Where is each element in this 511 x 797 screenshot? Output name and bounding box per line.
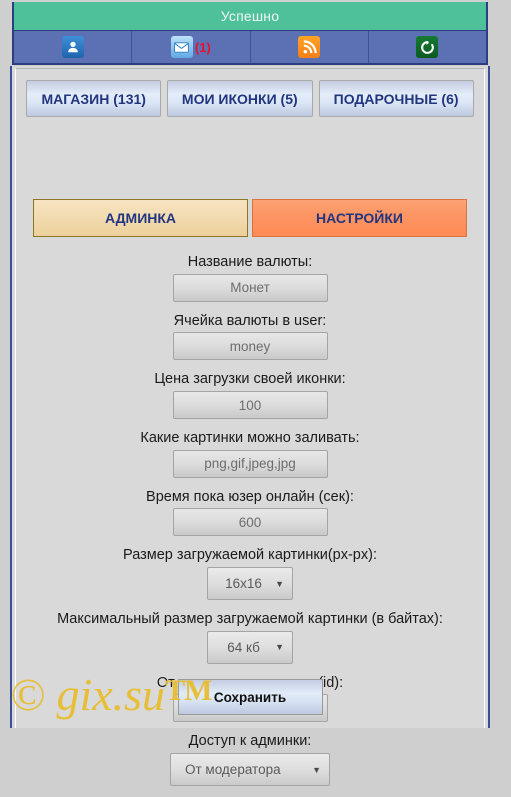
chevron-down-icon: ▼ [275, 578, 284, 589]
field-currency-cell: Ячейка валюты в user: [16, 313, 484, 372]
field-image-size: Размер загружаемой картинки(px-px): 16x1… [16, 547, 484, 611]
chevron-down-icon: ▼ [312, 764, 321, 775]
field-label: Название валюты: [187, 254, 313, 270]
tab-shop[interactable]: МАГАЗИН (131) [26, 80, 161, 117]
nav-tabs: МАГАЗИН (131) МОИ ИКОНКИ (5) ПОДАРОЧНЫЕ … [16, 80, 484, 117]
tab-my-icons[interactable]: МОИ ИКОНКИ (5) [166, 80, 313, 117]
page-root: Успешно (1) МАГАЗИН (131) МОИ ИКОНКИ (5)… [0, 0, 511, 787]
field-admin-access: Доступ к админки: От модератора ▼ [16, 733, 484, 797]
currency-cell-input[interactable] [172, 332, 328, 361]
upload-price-input[interactable] [172, 391, 328, 420]
select-value: 16x16 [225, 576, 262, 592]
toolbar-refresh-button[interactable] [369, 31, 486, 63]
status-bar: Успешно [12, 2, 488, 30]
image-size-select[interactable]: 16x16 ▼ [207, 567, 293, 601]
currency-name-input[interactable] [172, 273, 328, 302]
chevron-down-icon: ▼ [275, 642, 284, 653]
field-label: Какие картинки можно заливать: [140, 430, 360, 447]
select-value: 64 кб [227, 639, 260, 655]
tab-settings[interactable]: НАСТРОЙКИ [252, 199, 467, 237]
tab-gift-icons[interactable]: ПОДАРОЧНЫЕ (6) [318, 80, 474, 117]
rss-icon [298, 36, 321, 58]
toolbar-feed-button[interactable] [251, 31, 369, 63]
status-message: Успешно [220, 8, 280, 24]
content-inner: МАГАЗИН (131) МОИ ИКОНКИ (5) ПОДАРОЧНЫЕ … [15, 68, 485, 787]
save-row: Сохранить [16, 679, 484, 715]
toolbar-mail-button[interactable]: (1) [132, 31, 251, 63]
mail-icon [170, 36, 193, 58]
field-currency-name: Название валюты: [16, 254, 484, 313]
toolbar-profile-button[interactable] [14, 31, 133, 63]
field-online-time: Время пока юзер онлайн (сек): [16, 489, 484, 548]
field-label: Ячейка валюты в user: [173, 312, 327, 329]
field-label: Доступ к админки: [188, 733, 312, 750]
save-button[interactable]: Сохранить [177, 679, 323, 715]
max-filesize-select[interactable]: 64 кб ▼ [207, 630, 293, 664]
icon-toolbar: (1) [12, 30, 488, 65]
field-max-filesize: Максимальный размер загружаемой картинки… [16, 611, 484, 675]
field-label: Максимальный размер загружаемой картинки… [57, 611, 443, 628]
mail-unread-count: (1) [194, 39, 211, 55]
field-label: Цена загрузки своей иконки: [154, 371, 346, 388]
field-upload-price: Цена загрузки своей иконки: [16, 371, 484, 430]
tab-admin[interactable]: АДМИНКА [33, 199, 248, 237]
online-time-input[interactable] [172, 508, 328, 537]
reload-icon [416, 36, 439, 58]
field-label: Время пока юзер онлайн (сек): [146, 488, 354, 505]
allowed-formats-input[interactable] [172, 449, 328, 478]
mode-tabs: АДМИНКА НАСТРОЙКИ [16, 199, 484, 237]
select-value: От модератора [185, 762, 281, 778]
user-icon [61, 36, 84, 58]
settings-form: Название валюты: Ячейка валюты в user: Ц… [16, 254, 484, 797]
field-allowed-formats: Какие картинки можно заливать: [16, 430, 484, 489]
admin-access-select[interactable]: От модератора ▼ [170, 753, 330, 787]
field-label: Размер загружаемой картинки(px-px): [123, 547, 377, 564]
content-panel: МАГАЗИН (131) МОИ ИКОНКИ (5) ПОДАРОЧНЫЕ … [10, 66, 490, 787]
